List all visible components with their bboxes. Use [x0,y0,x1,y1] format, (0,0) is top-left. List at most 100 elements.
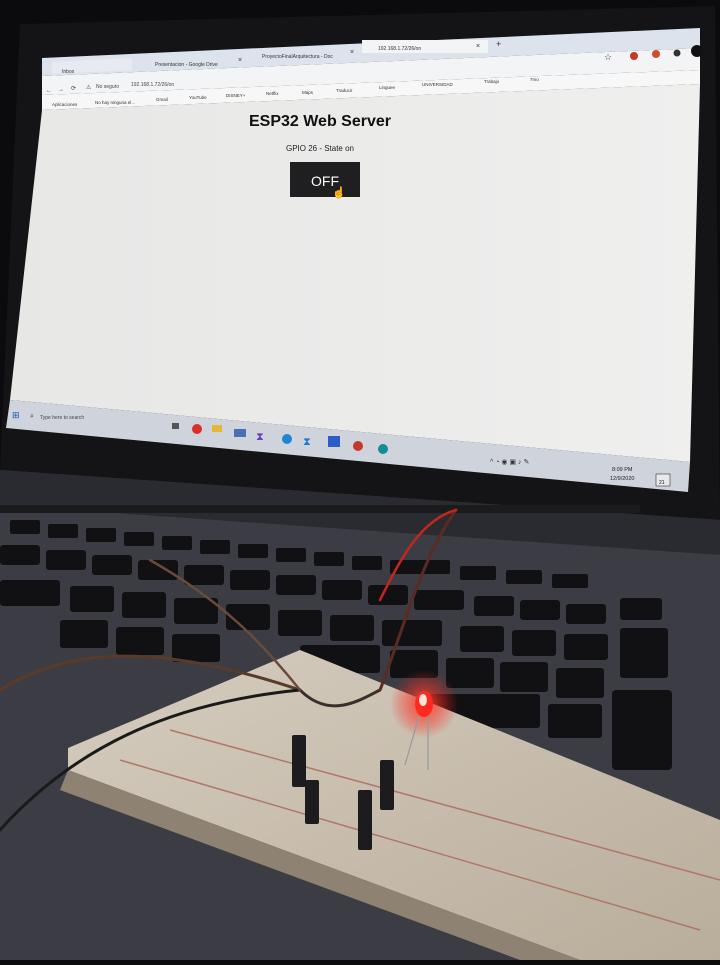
key [368,585,408,605]
file-explorer-icon[interactable] [212,425,222,432]
key [382,620,442,646]
key [620,598,662,620]
bookmark-item[interactable]: Maps [302,90,314,95]
jumper-pin [305,780,319,824]
key [122,592,166,618]
close-icon[interactable]: × [476,43,480,50]
key [612,690,672,770]
forward-icon[interactable]: → [58,87,64,93]
key [60,620,108,648]
key [564,634,608,660]
clock-time: 8:09 PM [612,467,633,473]
bookmark-item[interactable]: 7mo [530,77,539,82]
onedrive-icon[interactable] [234,429,246,437]
key [506,570,542,584]
bookmark-item[interactable]: Netflix [266,91,279,96]
key [0,580,60,606]
key [474,596,514,616]
key [116,627,164,655]
photo-scene: Inbox Presentacion - Google Drive × Proy… [0,0,720,960]
puzzle-icon[interactable] [673,49,681,57]
key [276,548,306,562]
key [322,580,362,600]
key [414,590,464,610]
app-icon[interactable] [328,436,340,447]
key [566,604,606,624]
key [124,532,154,546]
key [556,668,604,698]
tab-label: Inbox [62,69,75,75]
jumper-pin [292,735,306,787]
back-icon[interactable]: ← [46,88,52,94]
key [548,704,602,738]
key [460,566,496,580]
search-icon: ⌕ [30,413,34,420]
key [352,556,382,570]
bookmark-item[interactable]: UNIVERSIDAD [422,82,454,87]
key [500,662,548,692]
web-page [10,84,700,462]
bookmark-item[interactable]: No hay ninguna el... [95,100,135,105]
tab-label: ProyectoFinalArquitectura - Doc [262,54,333,60]
bookmark-star-icon[interactable]: ☆ [604,52,612,62]
avatar[interactable] [691,45,703,57]
close-icon[interactable]: × [238,57,242,64]
windows-start-icon[interactable]: ⊞ [12,410,20,420]
key [238,544,268,558]
extension-icon[interactable] [630,52,638,60]
bookmark-item[interactable]: Traducir [336,88,353,93]
visual-studio-icon[interactable]: ⧗ [256,431,264,443]
jumper-pin [358,790,372,850]
edge-icon[interactable] [282,434,292,444]
arduino-icon[interactable] [378,444,388,454]
key [230,570,270,590]
key [512,630,556,656]
key [92,555,132,575]
bookmark-item[interactable]: Aplicaciones [52,102,78,107]
key [86,528,116,542]
bookmark-item[interactable]: YouTube [189,95,207,100]
key [446,658,494,688]
key [162,536,192,550]
key [46,550,86,570]
key-row [0,505,640,513]
chrome-icon[interactable] [192,424,202,434]
gpio-status: GPIO 26 - State on [286,144,354,153]
app-icon[interactable] [353,441,363,451]
page-title: ESP32 Web Server [249,113,391,130]
bookmark-item[interactable]: Linguee [379,85,396,90]
key [520,600,560,620]
bookmark-item[interactable]: Gmail [156,97,168,102]
vscode-icon[interactable]: ⧗ [303,436,311,448]
key [278,610,322,636]
key [552,574,588,588]
taskbar-search[interactable]: Type here to search [40,415,84,421]
key [330,615,374,641]
taskview-icon[interactable] [172,423,179,429]
clock-date: 12/9/2020 [610,476,634,482]
bookmark-item[interactable]: DISNEY+ [226,93,246,98]
key [172,634,220,662]
key [0,545,40,565]
tab-label: Presentacion - Google Drive [155,62,218,68]
extension-icon[interactable] [652,50,660,58]
led-highlight [419,694,427,706]
key [70,586,114,612]
key [138,560,178,580]
laptop-screen [6,28,700,492]
security-label: No seguro [96,84,119,90]
notification-count: 21 [659,480,665,486]
system-tray-icons[interactable]: ^ ◔ ◉ ▣ ♪ ✎ [490,459,529,466]
reload-icon[interactable]: ⟳ [71,86,76,92]
key [184,565,224,585]
key [460,626,504,652]
key [620,628,668,678]
address-bar[interactable]: 192.168.1.72/26/on [131,82,174,88]
close-icon[interactable]: × [350,49,354,56]
warning-icon: ⚠ [86,84,92,91]
key [200,540,230,554]
bookmark-item[interactable]: Trabajo [484,79,500,84]
new-tab-button[interactable]: + [496,39,501,49]
key [48,524,78,538]
mouse-pointer-icon: ☝ [332,185,346,199]
